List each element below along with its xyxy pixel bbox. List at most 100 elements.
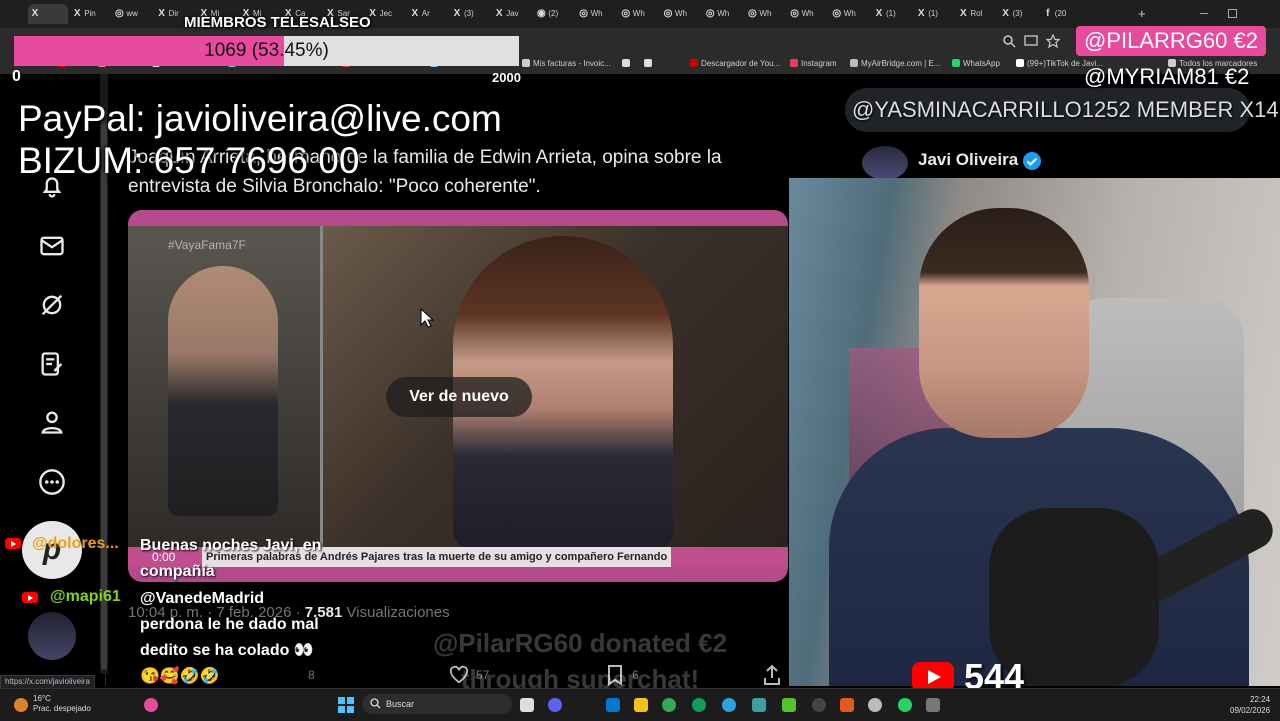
tab-label: Rol (970, 9, 983, 18)
window-controls[interactable] (1200, 7, 1260, 21)
bookmark-item[interactable]: Descargador de You... (690, 59, 780, 68)
bookmark-star-icon[interactable] (1046, 34, 1060, 48)
bookmark-favicon-icon (622, 59, 630, 67)
tab-favicon-icon: X (411, 8, 419, 19)
tab-favicon-icon: ◎ (705, 8, 715, 19)
bookmark-favicon-icon (644, 59, 652, 67)
obs-icon[interactable] (812, 698, 826, 712)
status-url: https://x.com/javioliveira (0, 675, 95, 689)
browser-tab[interactable]: ◎ Wh (830, 4, 870, 24)
zoom-icon[interactable] (1002, 34, 1016, 48)
chat-avatar (28, 612, 76, 660)
tab-favicon-icon: X (158, 8, 165, 19)
browser-tab[interactable]: ◎ Wh (788, 4, 828, 24)
maximize-icon[interactable] (1228, 9, 1237, 18)
browser-tab[interactable]: ◎ Wh (577, 4, 617, 24)
tab-favicon-icon: X (495, 8, 503, 19)
browser-tab[interactable]: X Jav (492, 4, 532, 24)
app-icon[interactable] (752, 698, 766, 712)
member-goal-text: 1069 (53.45%) (204, 40, 329, 61)
whatsapp-icon[interactable] (898, 698, 912, 712)
edge-icon[interactable] (692, 698, 706, 712)
telegram-icon[interactable] (722, 698, 736, 712)
browser-tab[interactable]: X (1) (872, 4, 912, 24)
tab-label: Jec (379, 9, 393, 18)
app-icon[interactable] (868, 698, 882, 712)
tab-label: Jav (506, 9, 519, 18)
messages-mail-icon[interactable] (38, 232, 66, 260)
bookmark-item[interactable]: MyAirBridge.com | E... (850, 59, 940, 68)
weather-desc: Prac. despejado (33, 704, 91, 713)
chat-author-2: @mapi61 (50, 588, 121, 605)
member-goal-min: 0 (12, 68, 21, 85)
bookmark-label: WhatsApp (963, 59, 1000, 68)
donation-ticker-line1: @PilarRG60 donated €2 (432, 628, 728, 658)
donation-alert-2: @MYRIAM81 €2 (1084, 64, 1250, 89)
profile-icon[interactable] (38, 408, 66, 436)
tab-label: Wh (759, 9, 772, 18)
bookmark-item[interactable]: WhatsApp (952, 59, 1000, 68)
tab-label: Wh (675, 9, 687, 18)
bookmark-item[interactable] (622, 59, 633, 68)
tab-favicon-icon: f (1046, 8, 1050, 19)
member-goal-max: 2000 (492, 70, 521, 85)
bookmark-item[interactable]: Instagram (790, 59, 837, 68)
browser-tab[interactable]: X Rol (956, 4, 996, 24)
outlook-icon[interactable] (606, 698, 620, 712)
tab-favicon-icon: X (875, 8, 883, 19)
chrome-icon[interactable] (662, 698, 676, 712)
tab-label: Wh (632, 9, 645, 18)
more-icon[interactable] (38, 468, 66, 496)
cast-icon[interactable] (1024, 34, 1038, 48)
scrollbar-thumb[interactable] (101, 110, 107, 670)
chat-message-2: @VanedeMadrid perdona le he dado mal ded… (140, 590, 319, 685)
discord-icon[interactable] (548, 698, 562, 712)
browser-tab[interactable]: ◎ Wh (703, 4, 743, 24)
tab-favicon-icon: ◉ (537, 8, 546, 19)
tab-favicon-icon: X (73, 8, 81, 19)
taskbar-search-box[interactable] (362, 694, 512, 714)
taskbar-clock[interactable]: 22:24 09/02/2026 (1230, 694, 1270, 716)
file-explorer-icon[interactable] (634, 698, 648, 712)
browser-tab[interactable]: X (3) (999, 4, 1039, 24)
tab-label: (1) (928, 9, 938, 18)
bizum-info: BIZUM: 657 7696 00 (18, 140, 360, 181)
taskbar-search-label: Buscar (386, 699, 415, 709)
browser-tab[interactable]: f (20 (1041, 4, 1081, 24)
tab-label: Ar (421, 9, 430, 18)
grok-icon[interactable] (38, 291, 66, 319)
bookmark-item[interactable] (644, 59, 655, 68)
browser-tab[interactable]: ◉ (2) (534, 4, 574, 24)
browser-tab[interactable]: X (3) (450, 4, 490, 24)
new-tab-button[interactable]: + (1138, 6, 1146, 21)
browser-tab[interactable]: ◎ Wh (745, 4, 785, 24)
browser-tab[interactable]: X Ar (408, 4, 448, 24)
browser-tab[interactable]: X (1) (914, 4, 954, 24)
tab-label: (2) (548, 9, 559, 18)
task-view-icon[interactable] (520, 698, 534, 712)
replay-button[interactable]: Ver de nuevo (386, 377, 532, 417)
tab-favicon-icon: X (453, 8, 461, 19)
browser-tab[interactable]: ◎ Wh (619, 4, 659, 24)
app-icon[interactable] (840, 698, 854, 712)
browser-tab[interactable]: ◎ Wh (661, 4, 701, 24)
profile-name[interactable]: Javi Oliveira (918, 150, 1018, 170)
lists-icon[interactable] (38, 350, 66, 378)
tab-label: (1) (886, 9, 896, 18)
tab-label: (20 (1054, 9, 1067, 18)
weather-widget[interactable]: 16°C Prac. despejado (33, 694, 91, 714)
app-icon[interactable] (144, 698, 158, 712)
avatar[interactable] (862, 146, 908, 180)
minimize-icon[interactable] (1200, 13, 1208, 14)
member-goal-title: MIEMBROS TELESALSEO (184, 14, 371, 31)
windows-start-icon[interactable] (338, 697, 354, 713)
video-hashtag: #VayaFama7F (168, 238, 246, 252)
bookmark-item[interactable]: Mis facturas - Invoic... (522, 59, 611, 68)
browser-tab[interactable]: X Pin (70, 4, 110, 24)
app-icon[interactable] (926, 698, 940, 712)
camtasia-icon[interactable] (782, 698, 796, 712)
weather-icon[interactable] (14, 698, 28, 712)
browser-tab[interactable]: ◎ ww (112, 4, 152, 24)
browser-tab[interactable]: X (28, 4, 68, 24)
browser-tab[interactable]: X Jec (366, 4, 406, 24)
